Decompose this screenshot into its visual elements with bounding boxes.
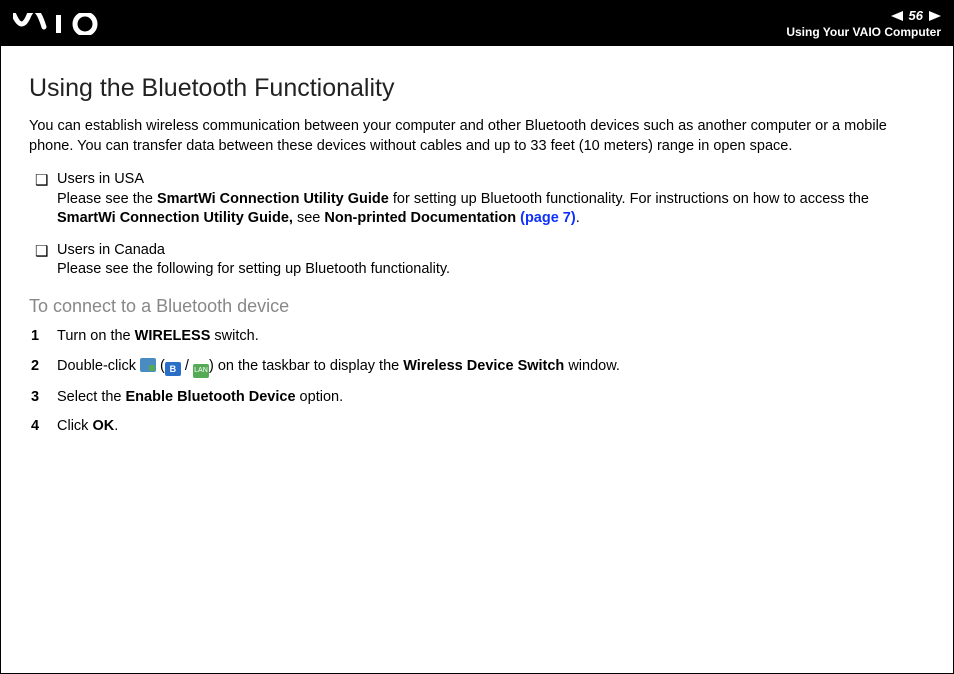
header-section-label: Using Your VAIO Computer bbox=[786, 25, 941, 39]
step-number: 4 bbox=[29, 417, 57, 437]
step-list: 1 Turn on the WIRELESS switch. 2 Double-… bbox=[29, 327, 925, 437]
bullet-item: ❑ Users in USA Please see the SmartWi Co… bbox=[29, 170, 925, 229]
page-link[interactable]: (page 7) bbox=[520, 210, 576, 226]
step-text: . bbox=[114, 418, 118, 434]
prev-page-arrow-icon[interactable] bbox=[891, 11, 903, 21]
step-item: 4 Click OK. bbox=[29, 417, 925, 437]
header-nav: 56 Using Your VAIO Computer bbox=[786, 8, 941, 39]
bullet-body: Users in Canada Please see the following… bbox=[57, 241, 925, 280]
bullet-text: Please see the following for setting up … bbox=[57, 261, 450, 277]
step-bold: WIRELESS bbox=[135, 328, 211, 344]
step-number: 3 bbox=[29, 388, 57, 408]
page-title: Using the Bluetooth Functionality bbox=[29, 74, 925, 103]
vaio-logo-svg bbox=[13, 13, 111, 35]
bullet-text: see bbox=[293, 210, 324, 226]
page-number: 56 bbox=[909, 8, 923, 23]
bullet-body: Users in USA Please see the SmartWi Conn… bbox=[57, 170, 925, 229]
step-number: 2 bbox=[29, 357, 57, 378]
step-text: Click bbox=[57, 418, 92, 434]
bullet-bold: SmartWi Connection Utility Guide bbox=[157, 191, 389, 207]
bullet-text: . bbox=[576, 210, 580, 226]
step-number: 1 bbox=[29, 327, 57, 347]
step-body: Double-click (B / LAN) on the taskbar to… bbox=[57, 357, 925, 378]
intro-paragraph: You can establish wireless communication… bbox=[29, 117, 925, 156]
step-body: Select the Enable Bluetooth Device optio… bbox=[57, 388, 925, 408]
header-bar: 56 Using Your VAIO Computer bbox=[1, 1, 953, 46]
vaio-logo bbox=[13, 1, 111, 46]
bullet-bold: Non-printed Documentation bbox=[324, 210, 520, 226]
bullet-text: Please see the bbox=[57, 191, 157, 207]
sub-heading: To connect to a Bluetooth device bbox=[29, 296, 925, 317]
bullet-mark-icon: ❑ bbox=[29, 241, 57, 280]
step-item: 2 Double-click (B / LAN) on the taskbar … bbox=[29, 357, 925, 378]
step-body: Turn on the WIRELESS switch. bbox=[57, 327, 925, 347]
page-content: Using the Bluetooth Functionality You ca… bbox=[1, 46, 953, 437]
bullet-list: ❑ Users in USA Please see the SmartWi Co… bbox=[29, 170, 925, 280]
taskbar-combined-icon bbox=[140, 358, 156, 372]
step-bold: OK bbox=[92, 418, 114, 434]
next-page-arrow-icon[interactable] bbox=[929, 11, 941, 21]
bullet-item: ❑ Users in Canada Please see the followi… bbox=[29, 241, 925, 280]
lan-icon: LAN bbox=[193, 364, 209, 378]
step-text: Double-click bbox=[57, 358, 140, 374]
bullet-heading: Users in USA bbox=[57, 171, 144, 187]
step-text: window. bbox=[564, 358, 620, 374]
step-text: switch. bbox=[210, 328, 258, 344]
step-bold: Wireless Device Switch bbox=[403, 358, 564, 374]
step-text: option. bbox=[296, 389, 344, 405]
bullet-text: for setting up Bluetooth functionality. … bbox=[389, 191, 869, 207]
step-body: Click OK. bbox=[57, 417, 925, 437]
step-text: Turn on the bbox=[57, 328, 135, 344]
step-item: 1 Turn on the WIRELESS switch. bbox=[29, 327, 925, 347]
step-text: Select the bbox=[57, 389, 126, 405]
step-text: on the taskbar to display the bbox=[214, 358, 403, 374]
bullet-heading: Users in Canada bbox=[57, 242, 165, 258]
step-item: 3 Select the Enable Bluetooth Device opt… bbox=[29, 388, 925, 408]
bullet-bold: SmartWi Connection Utility Guide, bbox=[57, 210, 293, 226]
step-bold: Enable Bluetooth Device bbox=[126, 389, 296, 405]
bluetooth-b-icon: B bbox=[165, 362, 181, 376]
bullet-mark-icon: ❑ bbox=[29, 170, 57, 229]
slash-sep: / bbox=[181, 358, 193, 374]
